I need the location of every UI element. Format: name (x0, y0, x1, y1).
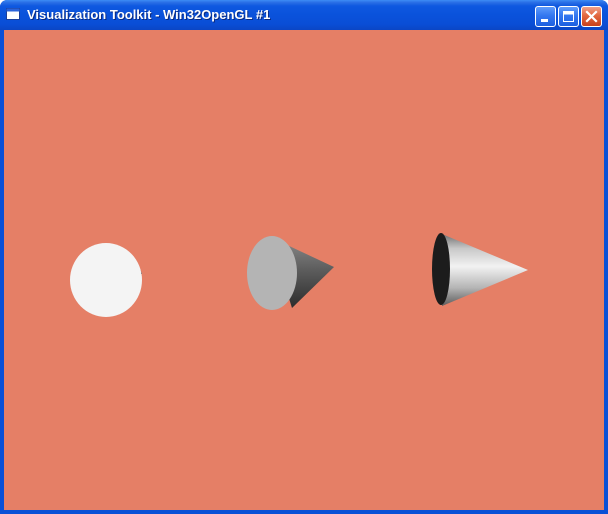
cone-facing-viewer-base (70, 243, 142, 317)
close-button[interactable] (581, 6, 602, 27)
cone-side-view (432, 233, 528, 306)
cone-facing-viewer (70, 243, 142, 317)
cone-rotated-base (247, 236, 297, 310)
minimize-button[interactable] (535, 6, 556, 27)
render-canvas[interactable] (4, 30, 604, 510)
window-title: Visualization Toolkit - Win32OpenGL #1 (27, 7, 271, 22)
cone-rotated (247, 236, 334, 310)
render-viewport[interactable] (4, 30, 604, 510)
cone-side-view-base (432, 233, 450, 305)
maximize-icon (563, 11, 574, 22)
app-window: Visualization Toolkit - Win32OpenGL #1 (0, 0, 608, 514)
title-bar[interactable]: Visualization Toolkit - Win32OpenGL #1 (0, 0, 608, 30)
maximize-button[interactable] (558, 6, 579, 27)
close-icon (585, 10, 598, 23)
cone-side-view-side (442, 234, 528, 306)
minimize-icon (541, 19, 548, 22)
window-icon (6, 8, 20, 20)
